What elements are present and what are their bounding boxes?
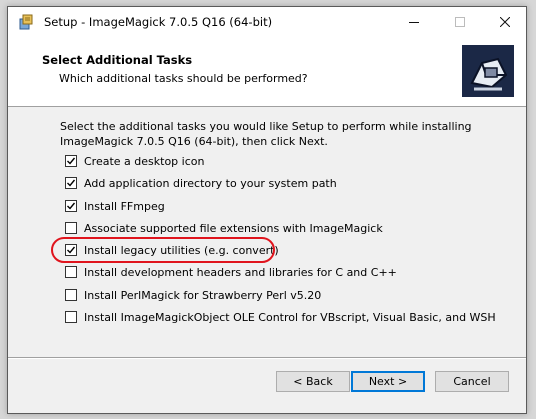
- checkbox[interactable]: [65, 177, 77, 189]
- task-add-to-path[interactable]: Add application directory to your system…: [65, 175, 337, 191]
- task-label: Install ImageMagickObject OLE Control fo…: [84, 310, 496, 324]
- checkbox[interactable]: [65, 266, 77, 278]
- task-label: Install FFmpeg: [84, 199, 165, 213]
- task-label: Associate supported file extensions with…: [84, 221, 383, 235]
- task-associate-extensions[interactable]: Associate supported file extensions with…: [65, 220, 383, 236]
- next-button[interactable]: Next >: [351, 371, 425, 392]
- cancel-button[interactable]: Cancel: [435, 371, 509, 392]
- imagemagick-wizard-logo: [462, 45, 514, 97]
- task-install-dev-headers[interactable]: Install development headers and librarie…: [65, 264, 397, 280]
- back-button[interactable]: < Back: [276, 371, 350, 392]
- maximize-icon[interactable]: [437, 7, 483, 37]
- wizard-header: Select Additional Tasks Which additional…: [8, 37, 526, 107]
- setup-window: Setup - ImageMagick 7.0.5 Q16 (64-bit) S…: [7, 6, 527, 414]
- checkbox[interactable]: [65, 200, 77, 212]
- checkbox[interactable]: [65, 311, 77, 323]
- title-bar[interactable]: Setup - ImageMagick 7.0.5 Q16 (64-bit): [8, 7, 526, 37]
- page-subtitle: Which additional tasks should be perform…: [59, 72, 308, 85]
- setup-installer-icon: [18, 14, 34, 30]
- minimize-icon[interactable]: [391, 7, 437, 37]
- checkbox[interactable]: [65, 155, 77, 167]
- close-icon[interactable]: [482, 7, 528, 37]
- checkbox[interactable]: [65, 222, 77, 234]
- task-install-perlmagick[interactable]: Install PerlMagick for Strawberry Perl v…: [65, 287, 321, 303]
- task-create-desktop-icon[interactable]: Create a desktop icon: [65, 153, 204, 169]
- checkbox[interactable]: [65, 244, 77, 256]
- task-label: Install legacy utilities (e.g. convert): [84, 243, 279, 257]
- instructions-text: Select the additional tasks you would li…: [60, 120, 472, 148]
- footer-divider: [8, 357, 526, 359]
- checkbox[interactable]: [65, 289, 77, 301]
- task-install-legacy-utilities[interactable]: Install legacy utilities (e.g. convert): [65, 242, 279, 258]
- page-title: Select Additional Tasks: [42, 53, 193, 67]
- task-install-ffmpeg[interactable]: Install FFmpeg: [65, 198, 165, 214]
- task-label: Install development headers and librarie…: [84, 265, 397, 279]
- task-install-ole-control[interactable]: Install ImageMagickObject OLE Control fo…: [65, 309, 496, 325]
- task-label: Install PerlMagick for Strawberry Perl v…: [84, 288, 322, 302]
- task-label: Create a desktop icon: [84, 154, 205, 168]
- task-label: Add application directory to your system…: [84, 176, 337, 190]
- window-title: Setup - ImageMagick 7.0.5 Q16 (64-bit): [44, 15, 273, 29]
